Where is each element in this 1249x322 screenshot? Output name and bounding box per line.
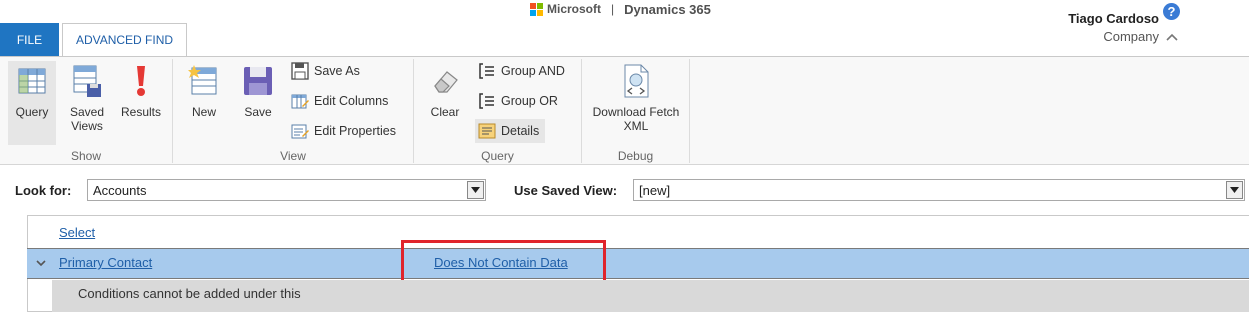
save-label: Save (244, 105, 272, 119)
download-fetch-xml-label: Download Fetch XML (592, 105, 680, 133)
user-info[interactable]: Tiago Cardoso Company (1068, 11, 1159, 44)
details-icon (477, 121, 497, 141)
chevron-down-icon[interactable] (1226, 181, 1243, 199)
details-label: Details (501, 124, 540, 138)
microsoft-logo-icon (530, 2, 543, 16)
group-separator (689, 59, 690, 163)
brand-separator: | (611, 2, 615, 16)
query-label: Query (15, 105, 49, 119)
edit-properties-label: Edit Properties (314, 124, 396, 138)
group-separator (413, 59, 414, 163)
group-or-label: Group OR (501, 94, 558, 108)
group-and-button[interactable]: Group AND (477, 59, 565, 83)
collapse-ribbon-icon[interactable] (1166, 33, 1178, 41)
tab-file[interactable]: FILE (0, 23, 59, 56)
details-button[interactable]: Details (475, 119, 546, 143)
edit-columns-icon (290, 91, 310, 111)
query-group-label: Query (481, 149, 514, 163)
download-fetch-xml-button[interactable]: Download Fetch XML (585, 61, 687, 133)
ribbon: Query Saved Views Results Show New Save … (0, 56, 1249, 165)
eraser-icon (427, 61, 463, 101)
debug-group-label: Debug (617, 149, 654, 163)
new-label: New (191, 105, 216, 119)
query-button[interactable]: Query (8, 61, 56, 145)
help-icon[interactable]: ? (1163, 3, 1180, 20)
look-for-select[interactable]: Accounts (87, 179, 486, 201)
user-name[interactable]: Tiago Cardoso (1068, 11, 1159, 26)
show-group-label: Show (70, 149, 102, 163)
group-and-icon (477, 61, 497, 81)
brand-product: Dynamics 365 (624, 1, 711, 17)
brand-microsoft: Microsoft (547, 2, 601, 16)
save-button[interactable]: Save (236, 61, 280, 119)
clear-label: Clear (430, 105, 460, 119)
edit-columns-button[interactable]: Edit Columns (290, 89, 388, 113)
saved-view-value: [new] (639, 182, 671, 198)
group-separator (172, 59, 173, 163)
new-button[interactable]: New (182, 61, 226, 119)
edit-properties-button[interactable]: Edit Properties (290, 119, 396, 143)
saved-view-select[interactable]: [new] (633, 179, 1245, 201)
use-saved-view-label: Use Saved View: (514, 183, 618, 198)
chevron-down-icon[interactable] (467, 181, 484, 199)
save-icon (240, 61, 276, 101)
group-separator (581, 59, 582, 163)
edit-properties-icon (290, 121, 310, 141)
save-as-label: Save As (314, 64, 360, 78)
save-as-button[interactable]: Save As (290, 59, 360, 83)
user-company[interactable]: Company (1068, 29, 1159, 44)
condition-message: Conditions cannot be added under this (78, 286, 301, 301)
new-icon (186, 61, 222, 101)
brand: Microsoft | Dynamics 365 (530, 1, 711, 17)
view-group-label: View (280, 149, 306, 163)
tab-advanced-find[interactable]: ADVANCED FIND (62, 23, 187, 56)
condition-field-link[interactable]: Primary Contact (59, 255, 152, 270)
query-icon (14, 61, 50, 101)
fetch-xml-icon (618, 61, 654, 101)
look-for-value: Accounts (93, 182, 147, 198)
exclamation-icon (123, 61, 159, 101)
save-as-icon (290, 61, 310, 81)
results-button[interactable]: Results (118, 61, 164, 119)
edit-columns-label: Edit Columns (314, 94, 389, 108)
top-bar: Microsoft | Dynamics 365 FILE ADVANCED F… (0, 0, 1249, 57)
group-or-icon (477, 91, 497, 111)
group-or-button[interactable]: Group OR (477, 89, 558, 113)
look-for-label: Look for: (15, 183, 72, 198)
saved-views-label: Saved Views (69, 105, 105, 133)
results-label: Results (120, 105, 161, 119)
group-and-label: Group AND (501, 64, 565, 78)
saved-views-icon (69, 61, 105, 101)
saved-views-button[interactable]: Saved Views (63, 61, 111, 133)
select-field-link[interactable]: Select (59, 225, 95, 240)
clear-button[interactable]: Clear (423, 61, 467, 119)
condition-row[interactable] (27, 248, 1249, 279)
chevron-down-icon[interactable] (35, 258, 47, 268)
